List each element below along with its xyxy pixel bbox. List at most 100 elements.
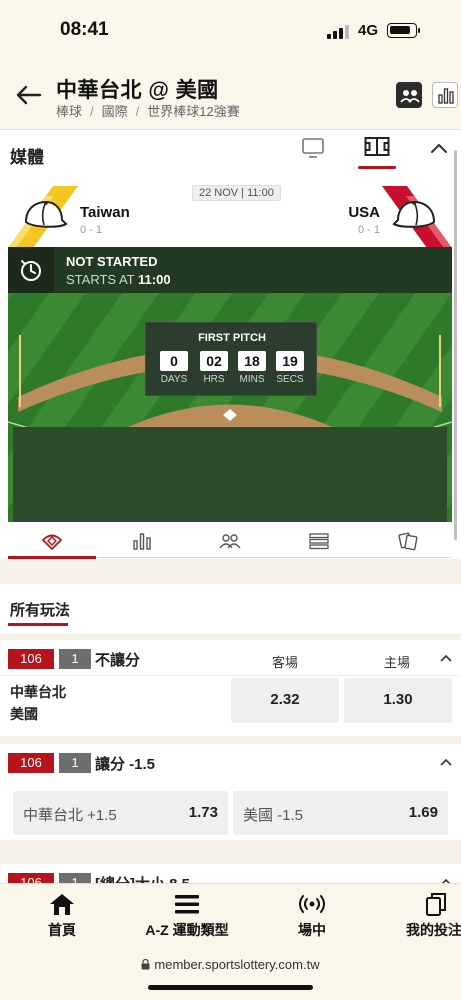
- countdown-unit: MINS: [239, 374, 265, 385]
- home-team-cap-icon: [24, 200, 68, 228]
- stats-button[interactable]: [432, 82, 458, 108]
- signal-icon: [327, 25, 351, 39]
- team-line-away: 中華台北: [10, 684, 66, 700]
- chevron-up-icon: [440, 654, 452, 662]
- odds-button-home[interactable]: 1.30: [344, 678, 452, 723]
- odds-value: 1.30: [383, 691, 413, 708]
- nav-live[interactable]: 場中: [270, 884, 354, 944]
- countdown-hours: 02 HRS: [198, 351, 230, 385]
- countdown-value: 0: [160, 351, 188, 371]
- match-start-time: STARTS AT 11:00: [66, 272, 171, 287]
- odds-button-away[interactable]: 2.32: [231, 678, 339, 723]
- market-id-badge: 106: [8, 873, 54, 883]
- media-label: 媒體: [10, 148, 44, 167]
- match-datetime: 22 NOV | 11:00: [192, 185, 281, 201]
- breadcrumb: 棒球 / 國際 / 世界棒球12強賽: [56, 104, 240, 119]
- home-icon: [50, 894, 74, 915]
- browser-url-bar: member.sportslottery.com.tw: [0, 943, 461, 1000]
- lineups-tab-icon[interactable]: [219, 531, 241, 551]
- odds-button-home-handicap[interactable]: 美國 -1.5 1.69: [233, 791, 448, 835]
- section-divider: [0, 736, 461, 744]
- url-text[interactable]: member.sportslottery.com.tw: [0, 957, 461, 972]
- page-title: 中華台北 @ 美國: [56, 79, 219, 102]
- all-plays-title[interactable]: 所有玩法: [10, 599, 70, 620]
- market-totals: 106 1 [總分]大小 8.5: [0, 864, 461, 883]
- lock-icon: [141, 958, 150, 970]
- market-count-badge: 1: [59, 649, 91, 669]
- countdown-unit: HRS: [203, 374, 225, 385]
- countdown-unit: DAYS: [160, 374, 188, 385]
- match-tracker: NOT STARTED STARTS AT 11:00 FIRST PITCH …: [8, 247, 452, 522]
- away-team-name: USA: [348, 204, 380, 221]
- section-divider: [0, 840, 461, 864]
- market-moneyline: 106 1 不讓分 客場 主場 中華台北 美國 2.32 1.30: [0, 640, 461, 736]
- nav-label: 首頁: [48, 922, 76, 938]
- odds-label: 美國 -1.5: [243, 807, 304, 824]
- network-type: 4G: [358, 22, 379, 39]
- nav-label: 我的投注: [406, 922, 461, 938]
- market-id-badge: 106: [8, 753, 54, 773]
- list-tab-icon[interactable]: [308, 531, 330, 551]
- countdown-unit: SECS: [276, 374, 304, 385]
- field-tab-icon[interactable]: [41, 531, 63, 551]
- chevron-up-icon[interactable]: [430, 142, 448, 154]
- market-header[interactable]: 106 1 讓分 -1.5: [0, 744, 461, 780]
- countdown-value: 02: [200, 351, 228, 371]
- bar-chart-icon: [438, 88, 454, 104]
- countdown-value: 18: [238, 351, 266, 371]
- breadcrumb-region[interactable]: 國際: [102, 104, 128, 119]
- column-home: 主場: [384, 655, 411, 670]
- countdown-minutes: 18 MINS: [236, 351, 268, 385]
- odds-value: 1.73: [188, 804, 218, 821]
- match-tracker-icon[interactable]: [364, 136, 390, 158]
- breadcrumb-sport[interactable]: 棒球: [56, 104, 82, 119]
- away-team-cap-icon: [392, 200, 436, 228]
- people-icon: [400, 90, 420, 103]
- nav-az-sports[interactable]: A-Z 運動類型: [128, 884, 246, 944]
- market-header[interactable]: 106 1 [總分]大小 8.5: [0, 864, 461, 883]
- countdown-title: FIRST PITCH: [198, 332, 266, 344]
- home-indicator[interactable]: [148, 985, 313, 990]
- market-name: [總分]大小 8.5: [95, 873, 190, 883]
- countdown-panel: FIRST PITCH 0 DAYS 02 HRS 18 MINS 19 SEC…: [145, 322, 317, 396]
- copy-icon: [426, 893, 446, 916]
- status-time: 08:41: [60, 19, 109, 40]
- starts-at-time: 11:00: [138, 272, 171, 287]
- media-bar: 媒體: [0, 131, 461, 177]
- menu-icon: [175, 895, 199, 914]
- market-handicap: 106 1 讓分 -1.5 中華台北 +1.5 1.73 美國 -1.5 1.6…: [0, 744, 461, 840]
- nav-label: A-Z 運動類型: [145, 922, 229, 938]
- starts-at-label: STARTS AT: [66, 272, 135, 287]
- url-value: member.sportslottery.com.tw: [154, 957, 320, 972]
- lineup-button[interactable]: [396, 82, 422, 108]
- nav-home[interactable]: 首頁: [20, 884, 104, 944]
- market-name: 不讓分: [95, 652, 141, 669]
- page-header: 中華台北 @ 美國 棒球 / 國際 / 世界棒球12強賽: [0, 62, 461, 130]
- market-count-badge: 1: [59, 873, 91, 883]
- back-arrow-icon[interactable]: [14, 80, 44, 110]
- battery-icon: [387, 23, 420, 38]
- column-away: 客場: [272, 655, 299, 670]
- tracker-tabs: [8, 524, 452, 559]
- breadcrumb-league[interactable]: 世界棒球12強賽: [147, 104, 239, 119]
- match-teams: Taiwan 0 - 1 22 NOV | 11:00 USA 0 - 1: [8, 180, 452, 248]
- status-bar: 08:41 4G: [0, 0, 461, 62]
- odds-button-away-handicap[interactable]: 中華台北 +1.5 1.73: [13, 791, 228, 835]
- cards-tab-icon[interactable]: [397, 531, 419, 551]
- market-id-badge: 106: [8, 649, 54, 669]
- tv-icon[interactable]: [301, 137, 325, 159]
- away-team-record: 0 - 1: [357, 224, 380, 236]
- chevron-up-icon: [440, 758, 452, 766]
- stats-tab-icon[interactable]: [131, 531, 153, 551]
- market-count-badge: 1: [59, 753, 91, 773]
- market-name: 讓分 -1.5: [95, 756, 156, 773]
- match-status: NOT STARTED: [66, 254, 158, 269]
- scrollbar[interactable]: [454, 150, 457, 540]
- nav-label: 場中: [298, 922, 326, 938]
- nav-my-bets[interactable]: 我的投注: [390, 884, 461, 944]
- bottom-navigation: 首頁 A-Z 運動類型 場中 我的投注: [0, 883, 461, 943]
- market-header[interactable]: 106 1 不讓分 客場 主場: [0, 640, 461, 676]
- all-plays-underline: [8, 623, 68, 626]
- live-broadcast-icon: [299, 895, 325, 913]
- section-divider: [0, 559, 461, 584]
